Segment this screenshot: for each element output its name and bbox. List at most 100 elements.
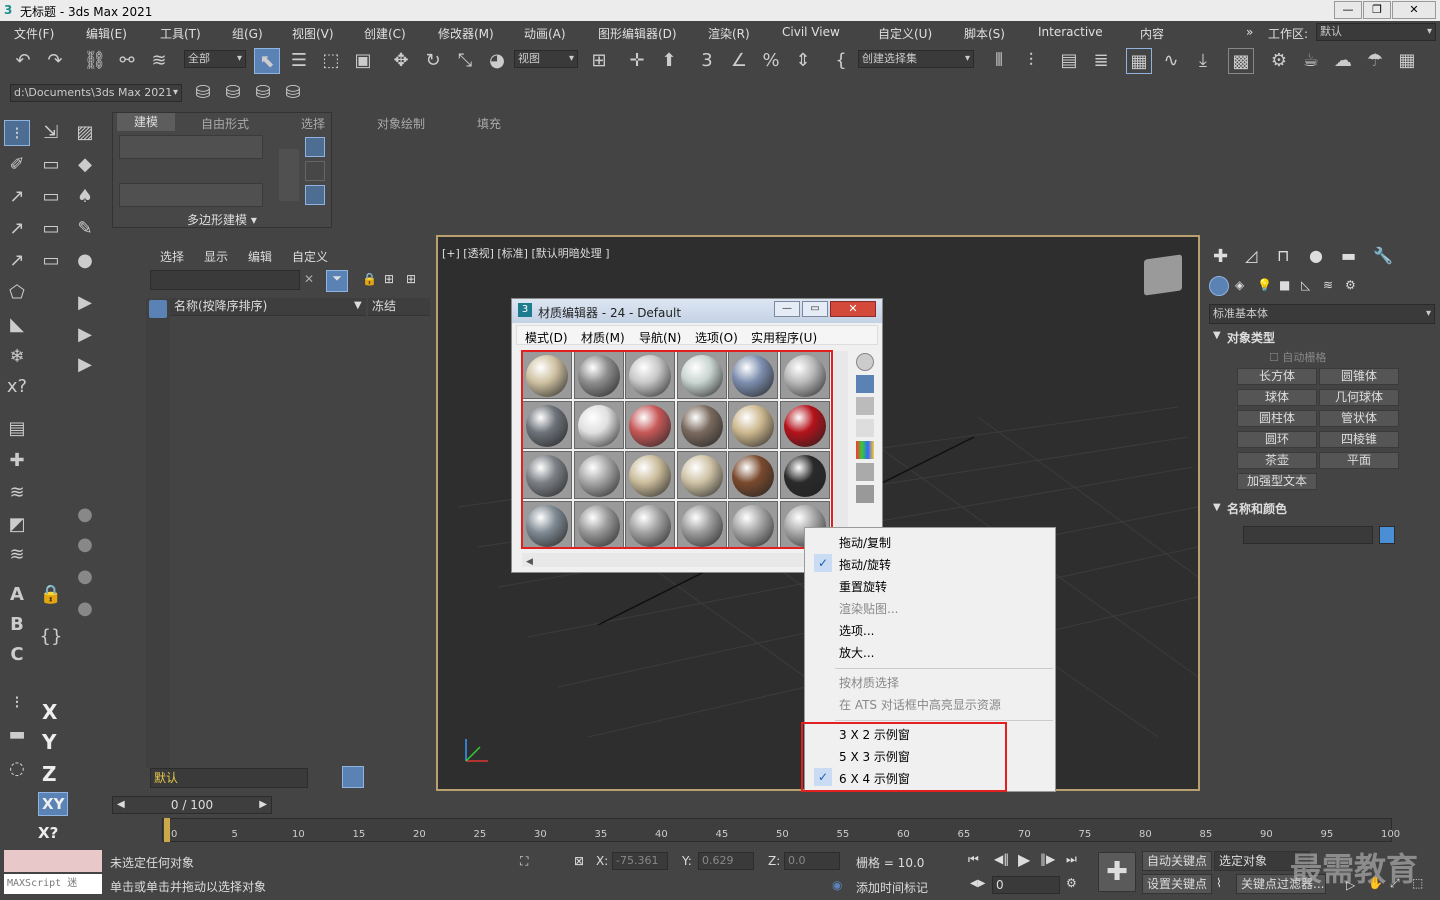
snap-3d-icon[interactable]: 3: [694, 48, 720, 74]
menu-customize[interactable]: 自定义(U): [878, 25, 932, 42]
ribbon-tab-modeling[interactable]: 建模: [117, 113, 175, 131]
scene-search-input[interactable]: [150, 270, 300, 290]
object-name-input[interactable]: [1243, 526, 1373, 544]
ribbon-blue-tools[interactable]: [305, 137, 327, 207]
align-icon[interactable]: ⫶: [1018, 48, 1044, 74]
pan-icon[interactable]: ✋: [1368, 876, 1383, 890]
goto-end-icon[interactable]: ⏭: [1066, 852, 1077, 867]
clear-search-icon[interactable]: ✕: [304, 272, 314, 286]
slots-vscroll[interactable]: [834, 351, 848, 551]
motion-tab-icon[interactable]: ●: [1309, 246, 1323, 265]
shape-icon[interactable]: ◆: [72, 152, 98, 178]
plane-button[interactable]: 平面: [1319, 452, 1399, 469]
scene-column-name[interactable]: 名称(按降序排序): [170, 298, 366, 316]
y-axis-icon[interactable]: Y: [42, 730, 56, 754]
snowflake-icon[interactable]: ❄: [4, 344, 30, 370]
isolate-icon[interactable]: ⛶: [520, 854, 528, 869]
hierarchy-tab-icon[interactable]: ⊓: [1277, 246, 1289, 265]
ctx-drag-rotate[interactable]: 拖动/旋转: [839, 556, 891, 573]
material-editor-icon[interactable]: ▩: [1228, 48, 1254, 74]
workspace-dropdown[interactable]: 默认: [1316, 23, 1436, 41]
cone-button[interactable]: 圆锥体: [1319, 368, 1399, 385]
ribbon-tab-selection[interactable]: 选择: [301, 115, 325, 132]
tube-button[interactable]: 管状体: [1319, 410, 1399, 427]
braces-icon[interactable]: {}: [38, 624, 64, 650]
slots-hscroll[interactable]: ◀: [522, 553, 834, 567]
tool4-icon[interactable]: ▭: [38, 216, 64, 242]
scene-tab-customize[interactable]: 自定义: [292, 248, 328, 265]
shapes-icon[interactable]: ◈: [1235, 278, 1244, 292]
close-button[interactable]: ✕: [1392, 1, 1436, 19]
tool3-icon[interactable]: ▭: [38, 184, 64, 210]
percent-snap-icon[interactable]: %: [758, 48, 784, 74]
window-crossing-icon[interactable]: ▣: [350, 48, 376, 74]
teapot-button[interactable]: 茶壶: [1237, 452, 1317, 469]
project-folder-icon[interactable]: ⛁: [190, 80, 216, 106]
backlight-icon[interactable]: [856, 375, 874, 393]
lights-icon[interactable]: 💡: [1257, 278, 1272, 292]
add-time-tag[interactable]: 添加时间标记: [856, 879, 928, 896]
rect-selection-icon[interactable]: ⬚: [318, 48, 344, 74]
select-tool-icon[interactable]: ⁝: [4, 120, 30, 146]
scene-column-freeze[interactable]: 冻结: [368, 298, 430, 316]
fast-forward-icon[interactable]: ▶: [72, 352, 98, 378]
project-path-dropdown[interactable]: d:\Documents\3ds Max 2021: [10, 84, 182, 102]
render-frame-icon[interactable]: ☕: [1298, 48, 1324, 74]
hierarchy2-icon[interactable]: ⊞: [406, 272, 416, 286]
mat-menu-options[interactable]: 选项(O): [695, 329, 738, 346]
set-key-big-button[interactable]: ✚: [1098, 852, 1136, 892]
rotate-icon[interactable]: ↻: [420, 48, 446, 74]
sample-type-icon[interactable]: [856, 353, 874, 371]
make-preview-icon[interactable]: [856, 463, 874, 481]
cameras-icon[interactable]: ■: [1279, 278, 1290, 292]
layer-dropdown[interactable]: 默认: [150, 768, 308, 788]
scene-tab-select[interactable]: 选择: [160, 248, 184, 265]
menu-tools[interactable]: 工具(T): [160, 25, 201, 42]
layer-explorer-icon[interactable]: ≣: [1088, 48, 1114, 74]
export-icon[interactable]: ▭: [38, 152, 64, 178]
display-tab-icon[interactable]: ▬: [1341, 246, 1356, 265]
c-icon[interactable]: C: [4, 642, 30, 668]
sphere-tool-icon[interactable]: ●: [72, 248, 98, 274]
select-by-name-icon[interactable]: ☰: [286, 48, 312, 74]
y-coord-input[interactable]: 0.629: [698, 852, 754, 870]
link-icon[interactable]: ⛓: [82, 48, 108, 74]
menu-rendering[interactable]: 渲染(R): [708, 25, 750, 42]
menu-view[interactable]: 视图(V): [292, 25, 334, 42]
b-icon[interactable]: B: [4, 612, 30, 638]
menu-modifiers[interactable]: 修改器(M): [438, 25, 494, 42]
edit-named-sets-icon[interactable]: {: [828, 48, 854, 74]
ctx-drag-copy[interactable]: 拖动/复制: [839, 534, 891, 551]
pyramid-button[interactable]: 四棱锥: [1319, 431, 1399, 448]
mirror-icon[interactable]: ⫴: [986, 48, 1012, 74]
background-icon[interactable]: [856, 397, 874, 415]
ctx-reset-rotation[interactable]: 重置旋转: [839, 578, 887, 595]
edge-icon[interactable]: ↗: [4, 216, 30, 242]
key-filter-icon[interactable]: ⌇: [1216, 876, 1222, 890]
mat-maximize-button[interactable]: ▭: [802, 301, 828, 317]
textplus-button[interactable]: 加强型文本: [1237, 473, 1317, 490]
xyz-icon[interactable]: X?: [38, 824, 58, 842]
menu-content[interactable]: 内容: [1140, 25, 1164, 42]
z-coord-input[interactable]: 0.0: [784, 852, 840, 870]
project-settings-icon[interactable]: ⛁: [280, 80, 306, 106]
scene-tab-display[interactable]: 显示: [204, 248, 228, 265]
selection-filter-dropdown[interactable]: 全部: [184, 50, 246, 68]
cylinder-button[interactable]: 圆柱体: [1237, 410, 1317, 427]
options-icon[interactable]: [856, 485, 874, 503]
mat-menu-modes[interactable]: 模式(D): [525, 329, 568, 346]
scene-tab-edit[interactable]: 编辑: [248, 248, 272, 265]
menu-create[interactable]: 创建(C): [364, 25, 406, 42]
cursor-icon[interactable]: ◩: [4, 512, 30, 538]
forward-icon[interactable]: ▶: [72, 322, 98, 348]
x-coord-input[interactable]: -75.361: [612, 852, 668, 870]
project-open-icon[interactable]: ⛁: [250, 80, 276, 106]
menu-group[interactable]: 组(G): [232, 25, 263, 42]
lasso-icon[interactable]: ✐: [4, 152, 30, 178]
auto-key-button[interactable]: 自动关键点: [1142, 851, 1213, 871]
named-selection-dropdown[interactable]: 创建选择集: [858, 50, 974, 68]
ribbon-toggle-icon[interactable]: ▦: [1126, 48, 1152, 74]
maximize-viewport-icon[interactable]: ⬚: [1412, 876, 1423, 890]
angle-snap-icon[interactable]: ∠: [726, 48, 752, 74]
render-iterative-icon[interactable]: ▦: [1394, 48, 1420, 74]
